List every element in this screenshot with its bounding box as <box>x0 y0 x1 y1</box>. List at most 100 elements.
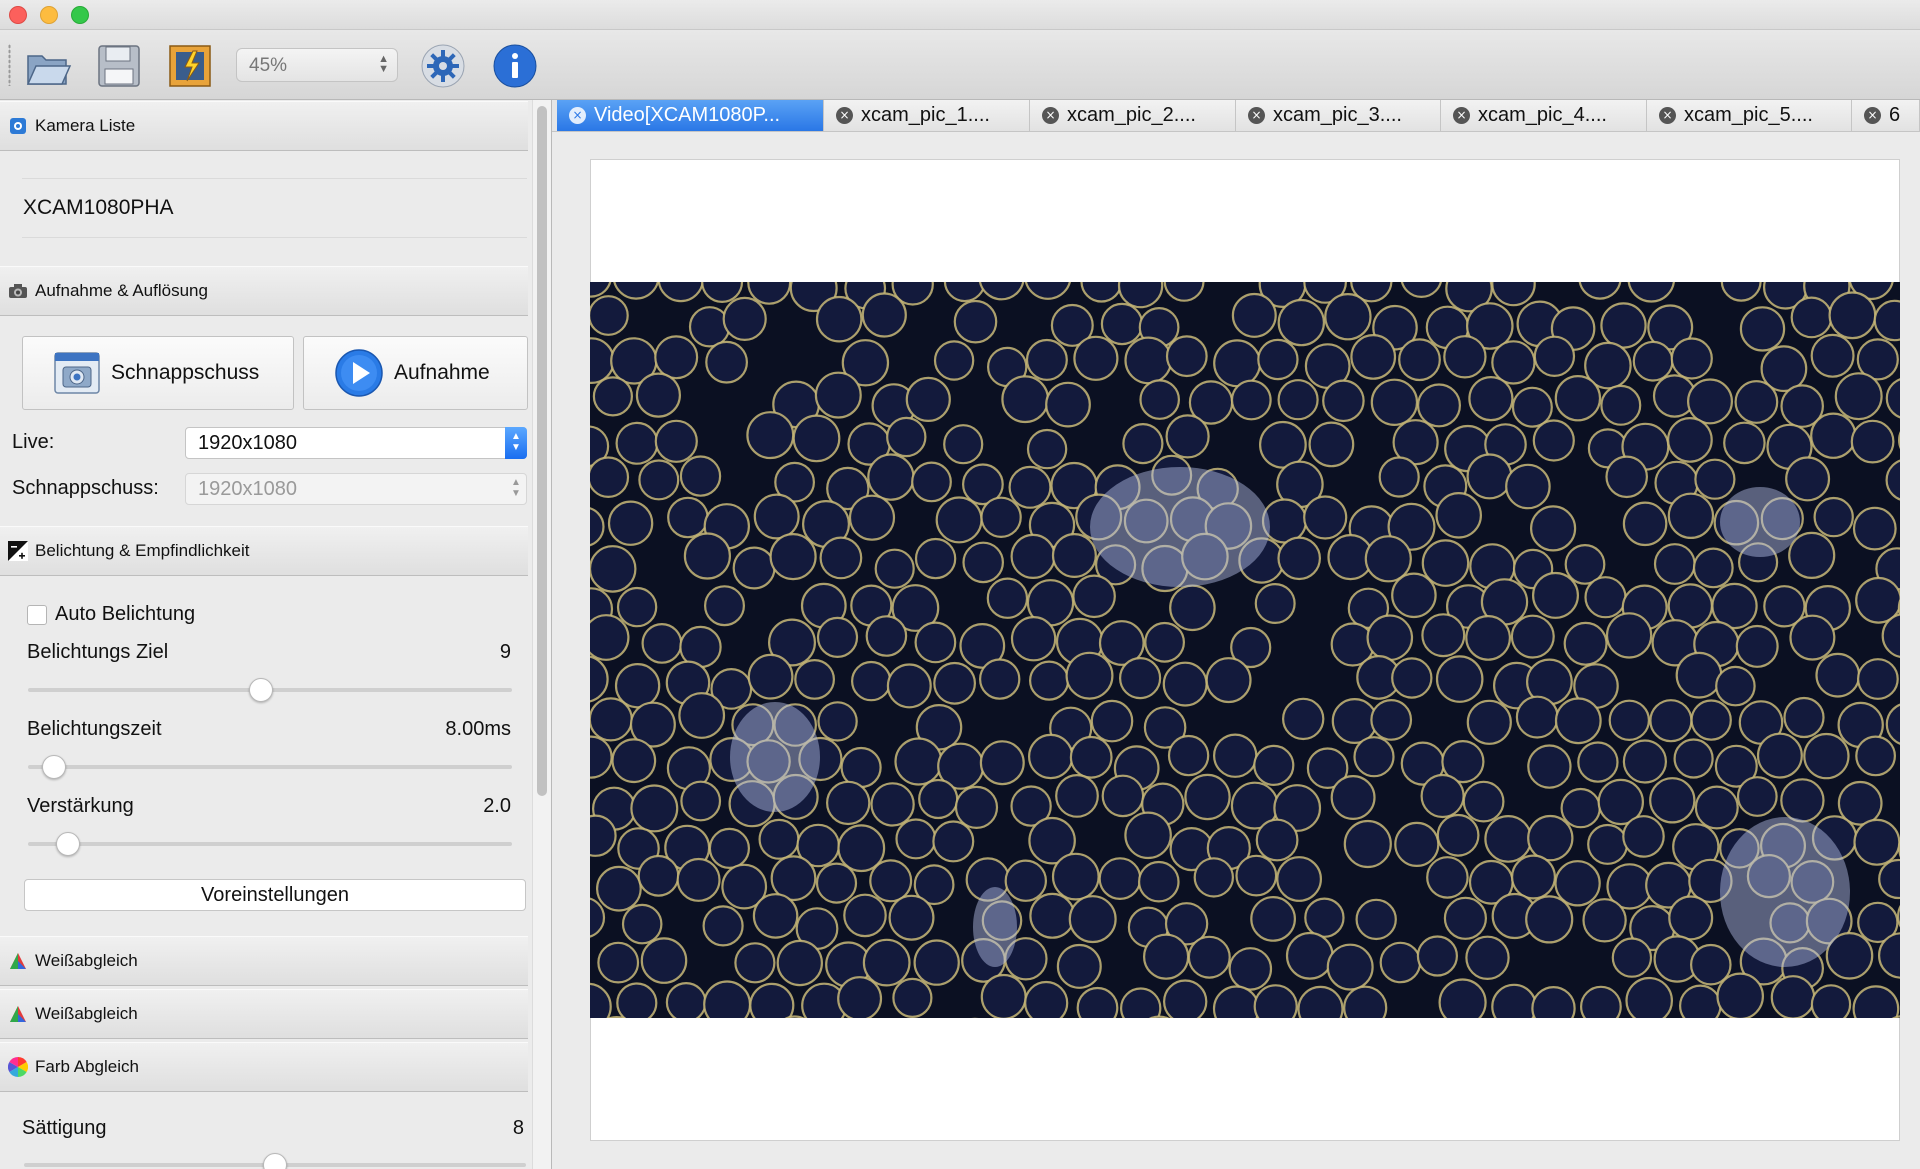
window-minimize-button[interactable] <box>40 6 58 24</box>
red-blood-cell <box>607 500 654 546</box>
section-header-camera-list[interactable]: Kamera Liste <box>0 101 528 151</box>
chevron-updown-icon: ▲ ▼ <box>505 427 527 459</box>
red-blood-cell <box>954 785 999 830</box>
toolbar-grip[interactable] <box>8 44 11 86</box>
record-play-icon <box>334 348 384 398</box>
camera-list-item[interactable]: XCAM1080PHA <box>22 178 527 238</box>
red-blood-cell <box>848 494 896 541</box>
live-resolution-select[interactable]: 1920x1080 ▲ ▼ <box>185 427 527 459</box>
section-header-white-balance-2[interactable]: Weißabgleich <box>0 989 528 1039</box>
red-blood-cell <box>888 894 935 941</box>
red-blood-cell <box>1124 336 1173 385</box>
gain-slider[interactable] <box>28 842 512 846</box>
info-icon[interactable] <box>491 42 539 90</box>
close-icon[interactable]: × <box>1042 107 1059 124</box>
tab-label: xcam_pic_2.... <box>1067 104 1196 126</box>
red-blood-cell <box>676 857 721 902</box>
red-blood-cell <box>722 296 767 342</box>
red-blood-cell <box>819 536 863 580</box>
snapshot-button[interactable]: Schnappschuss <box>22 336 294 410</box>
red-blood-cell <box>1667 492 1715 539</box>
tab-label: xcam_pic_4.... <box>1478 104 1607 126</box>
red-blood-cell <box>1554 697 1602 745</box>
red-blood-cell <box>1379 941 1422 984</box>
tab-image-4[interactable]: × xcam_pic_4.... <box>1441 100 1647 131</box>
exposure-time-slider[interactable] <box>28 765 512 769</box>
red-blood-cell <box>1828 291 1877 340</box>
close-icon[interactable]: × <box>1453 107 1470 124</box>
section-header-exposure[interactable]: Belichtung & Empfindlichkeit <box>0 526 528 576</box>
chevron-updown-icon: ▲ ▼ <box>511 477 521 499</box>
red-blood-cell <box>1505 463 1551 510</box>
auto-exposure-checkbox[interactable] <box>27 605 47 625</box>
red-blood-cell <box>1527 744 1572 789</box>
tab-image-6[interactable]: × 6 <box>1852 100 1920 131</box>
close-icon[interactable]: × <box>1659 107 1676 124</box>
export-image-icon[interactable] <box>166 42 214 90</box>
red-blood-cell <box>1723 421 1766 465</box>
zoom-select[interactable]: 45% ▲ ▼ <box>236 48 398 82</box>
red-blood-cell <box>1510 614 1555 659</box>
red-blood-cell <box>732 546 776 590</box>
red-blood-cell <box>1810 333 1855 378</box>
red-blood-cell <box>1304 897 1345 938</box>
open-folder-icon[interactable] <box>24 42 72 90</box>
red-blood-cell <box>1370 699 1413 741</box>
red-blood-cell <box>843 893 887 938</box>
red-blood-cell <box>1649 699 1693 743</box>
defaults-button[interactable]: Voreinstellungen <box>24 879 526 911</box>
red-blood-cell <box>1491 983 1537 1018</box>
red-blood-cell <box>1072 574 1116 619</box>
sidebar-scrollbar-thumb[interactable] <box>537 106 547 796</box>
window-close-button[interactable] <box>9 6 27 24</box>
red-blood-cell <box>1465 615 1511 661</box>
red-blood-cell <box>654 335 699 380</box>
tab-image-1[interactable]: × xcam_pic_1.... <box>824 100 1030 131</box>
white-balance-icon <box>8 951 28 971</box>
close-icon[interactable]: × <box>1864 107 1881 124</box>
red-blood-cell <box>1611 937 1653 978</box>
close-icon[interactable]: × <box>836 107 853 124</box>
red-blood-cell <box>1577 741 1619 783</box>
red-blood-cell <box>1303 495 1348 540</box>
tab-image-5[interactable]: × xcam_pic_5.... <box>1647 100 1852 131</box>
zoom-value: 45% <box>249 55 288 76</box>
red-blood-cell <box>708 827 750 870</box>
close-icon[interactable]: × <box>1248 107 1265 124</box>
red-blood-cell <box>932 820 975 863</box>
red-blood-cell <box>895 818 937 860</box>
red-blood-cell <box>1649 777 1696 824</box>
save-disk-icon[interactable] <box>95 42 143 90</box>
red-blood-cell <box>1735 624 1779 668</box>
snapshot-resolution-label: Schnappschuss: <box>12 477 159 499</box>
red-blood-cell <box>1803 732 1850 780</box>
gain-slider-knob[interactable] <box>55 832 80 856</box>
red-blood-cell <box>1024 980 1069 1018</box>
camera-list-icon <box>8 116 28 136</box>
red-blood-cell <box>1789 614 1836 661</box>
red-blood-cell <box>678 692 726 739</box>
tab-image-3[interactable]: × xcam_pic_3.... <box>1236 100 1441 131</box>
red-blood-cell <box>621 903 663 945</box>
snapshot-resolution-select[interactable]: 1920x1080 ▲ ▼ <box>185 473 527 505</box>
exposure-time-slider-knob[interactable] <box>41 755 66 779</box>
section-header-color[interactable]: Farb Abgleich <box>0 1042 528 1092</box>
red-blood-cell <box>1510 854 1556 900</box>
red-blood-cell <box>1632 340 1674 382</box>
live-microscope-image[interactable] <box>590 282 1900 1018</box>
settings-gear-icon[interactable] <box>419 42 467 90</box>
window-maximize-button[interactable] <box>71 6 89 24</box>
tab-image-2[interactable]: × xcam_pic_2.... <box>1030 100 1236 131</box>
exposure-target-slider-knob[interactable] <box>248 678 273 702</box>
sidebar-scrollbar[interactable] <box>532 100 552 1169</box>
close-icon[interactable]: × <box>569 107 586 124</box>
red-blood-cell <box>933 340 975 381</box>
section-header-capture[interactable]: Aufnahme & Auflösung <box>0 266 528 316</box>
tab-video[interactable]: × Video[XCAM1080P... <box>557 100 824 131</box>
red-blood-cell <box>1600 302 1647 349</box>
red-blood-cell <box>1491 340 1536 385</box>
record-button[interactable]: Aufnahme <box>303 336 528 410</box>
red-blood-cell <box>1468 375 1514 422</box>
section-header-white-balance[interactable]: Weißabgleich <box>0 936 528 986</box>
red-blood-cell <box>980 973 1027 1018</box>
